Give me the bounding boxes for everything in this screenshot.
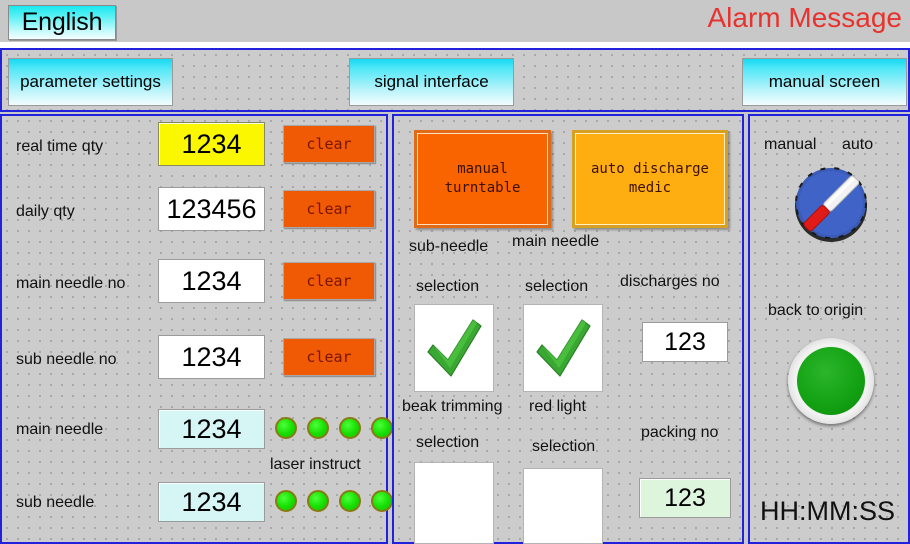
led-sub-needle-2	[307, 490, 329, 512]
label-laser-instruct: laser instruct	[270, 456, 361, 473]
label-real-time-qty: real time qty	[16, 138, 104, 155]
back-to-origin-button[interactable]	[788, 338, 874, 424]
field-daily-qty[interactable]: 123456	[158, 187, 265, 231]
label-main-needle-selection-line2: selection	[525, 278, 589, 295]
field-main-needle-no[interactable]: 1234	[158, 259, 265, 303]
clear-button-daily-qty[interactable]: clear	[283, 190, 375, 228]
navigation-bar: parameter settings signal interface manu…	[0, 48, 910, 112]
label-daily-qty: daily qty	[16, 203, 75, 220]
check-icon	[427, 319, 482, 377]
label-beak-trimming-line1: beak trimming	[402, 398, 503, 415]
label-mode-auto: auto	[842, 136, 874, 153]
field-real-time-qty[interactable]: 1234	[158, 122, 265, 166]
checkbox-main-needle-selection[interactable]	[523, 304, 603, 392]
clear-button-main-needle-no[interactable]: clear	[283, 262, 375, 300]
field-main-needle[interactable]: 1234	[158, 409, 265, 449]
checkbox-beak-trimming-selection[interactable]	[414, 462, 494, 544]
field-discharges-no[interactable]: 123	[642, 322, 728, 362]
rotary-selector-switch[interactable]	[789, 162, 873, 246]
label-packing-no: packing no	[641, 424, 719, 441]
label-sub-needle-selection-line2: selection	[416, 278, 480, 295]
manual-turntable-button[interactable]: manual turntable	[414, 130, 551, 228]
led-main-needle-2	[307, 417, 329, 439]
label-mode-manual: manual	[764, 136, 817, 153]
led-sub-needle-4	[371, 490, 393, 512]
controls-panel: manual turntable auto discharge medic su…	[392, 114, 744, 544]
check-icon	[536, 319, 591, 377]
nav-button-manual-screen[interactable]: manual screen	[742, 58, 907, 106]
field-sub-needle-no[interactable]: 1234	[158, 335, 265, 379]
field-sub-needle[interactable]: 1234	[158, 482, 265, 522]
label-main-needle-selection-line1: main needle	[512, 233, 600, 250]
led-main-needle-3	[339, 417, 361, 439]
label-main-needle: main needle	[16, 421, 104, 438]
label-red-light-line2: selection	[532, 438, 596, 455]
checkbox-red-light-selection[interactable]	[523, 468, 603, 544]
mode-panel: manual auto back to origin HH:MM:SS	[748, 114, 910, 544]
led-main-needle-1	[275, 417, 297, 439]
label-sub-needle-no: sub needle no	[16, 351, 117, 368]
label-beak-trimming-line2: selection	[416, 434, 480, 451]
label-red-light-line1: red light	[529, 398, 586, 415]
led-main-needle-4	[371, 417, 393, 439]
label-back-to-origin: back to origin	[768, 302, 864, 319]
led-sub-needle-1	[275, 490, 297, 512]
alarm-message-title[interactable]: Alarm Message	[707, 2, 902, 34]
checkbox-sub-needle-selection[interactable]	[414, 304, 494, 392]
led-sub-needle-3	[339, 490, 361, 512]
top-bar: English Alarm Message	[0, 0, 910, 42]
nav-button-parameter-settings[interactable]: parameter settings	[8, 58, 173, 106]
hmi-screen: English Alarm Message parameter settings…	[0, 0, 910, 544]
clock-display: HH:MM:SS	[760, 496, 895, 526]
clear-button-real-time-qty[interactable]: clear	[283, 125, 375, 163]
label-sub-needle-selection-line1: sub-needle	[409, 238, 489, 255]
field-packing-no[interactable]: 123	[639, 478, 731, 518]
clear-button-sub-needle-no[interactable]: clear	[283, 338, 375, 376]
rotary-selector-icon	[795, 167, 867, 242]
counters-panel: real time qty 1234 clear daily qty 12345…	[0, 114, 393, 544]
label-discharges-no: discharges no	[620, 273, 720, 290]
label-sub-needle: sub needle	[16, 494, 95, 511]
nav-button-signal-interface[interactable]: signal interface	[349, 58, 514, 106]
label-main-needle-no: main needle no	[16, 275, 126, 292]
language-button[interactable]: English	[8, 5, 116, 40]
auto-discharge-medic-button[interactable]: auto discharge medic	[572, 130, 728, 228]
